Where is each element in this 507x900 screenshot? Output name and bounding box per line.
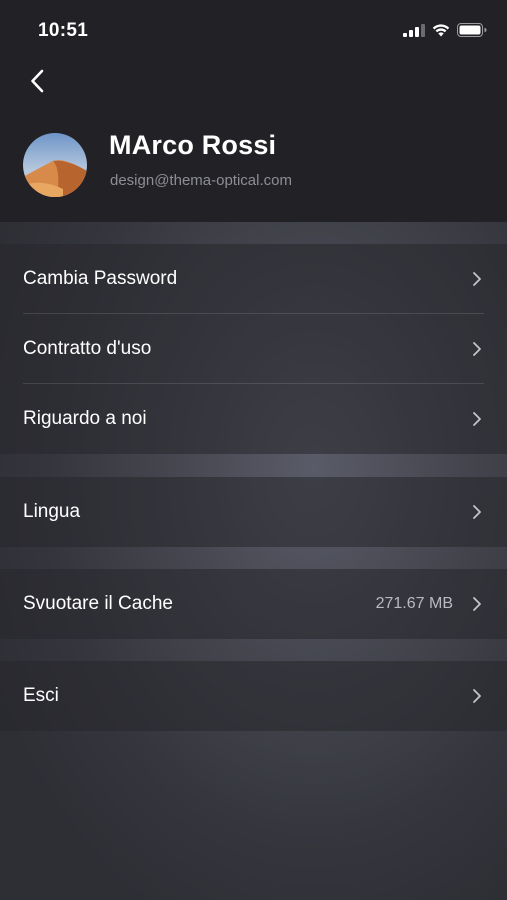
menu-item-label: Contratto d'uso (23, 338, 152, 359)
cache-size-value: 271.67 MB (375, 595, 453, 612)
battery-icon (457, 23, 487, 37)
wifi-icon (432, 23, 450, 36)
menu-item-about[interactable]: Riguardo a noi (0, 384, 507, 454)
cache-group: Svuotare il Cache 271.67 MB (0, 569, 507, 639)
menu-item-terms[interactable]: Contratto d'uso (0, 314, 507, 384)
user-email: design@thema-optical.com (110, 172, 292, 189)
chevron-right-icon (473, 505, 481, 519)
chevron-right-icon (473, 412, 481, 426)
back-button[interactable] (22, 66, 52, 96)
chevron-right-icon (473, 597, 481, 611)
status-icons (403, 23, 487, 37)
language-group: Lingua (0, 477, 507, 547)
status-time: 10:51 (38, 20, 89, 41)
menu-item-logout[interactable]: Esci (0, 661, 507, 731)
avatar-image (23, 133, 87, 197)
logout-group: Esci (0, 661, 507, 731)
chevron-right-icon (473, 272, 481, 286)
menu-item-label: Lingua (23, 501, 81, 522)
menu-item-label: Svuotare il Cache (23, 593, 173, 614)
status-bar: 10:51 (0, 0, 507, 60)
profile-header: 10:51 MArco Rossi design@thema-optical.c… (0, 0, 507, 222)
menu-item-clear-cache[interactable]: Svuotare il Cache 271.67 MB (0, 569, 507, 639)
menu-item-label: Riguardo a noi (23, 408, 147, 429)
user-name: MArco Rossi (109, 130, 277, 160)
chevron-right-icon (473, 689, 481, 703)
chevron-left-icon (31, 69, 44, 93)
avatar (23, 133, 87, 197)
cellular-signal-icon (403, 23, 425, 37)
menu-item-language[interactable]: Lingua (0, 477, 507, 547)
account-group: Cambia Password Contratto d'uso Riguardo… (0, 244, 507, 454)
chevron-right-icon (473, 342, 481, 356)
menu-item-label: Cambia Password (23, 268, 178, 289)
menu-item-label: Esci (23, 685, 59, 706)
menu-item-change-password[interactable]: Cambia Password (0, 244, 507, 314)
